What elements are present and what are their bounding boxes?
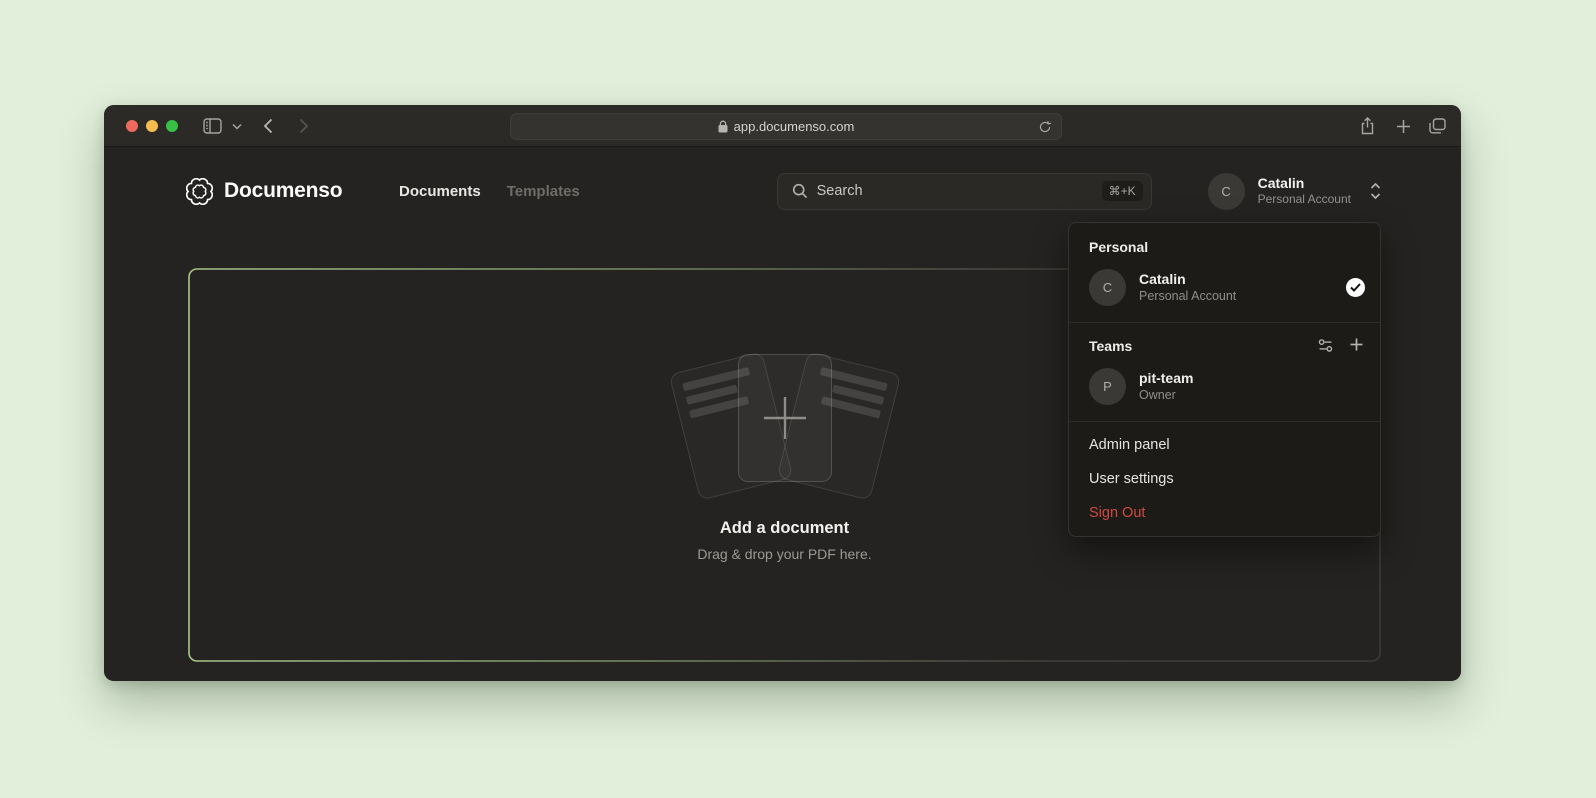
menu-item-admin-panel[interactable]: Admin panel bbox=[1069, 428, 1380, 462]
documenso-app: Documenso Documents Templates Search ⌘+K bbox=[104, 147, 1461, 680]
tab-overview-icon[interactable] bbox=[1425, 115, 1449, 137]
sidebar-chevron-down-icon[interactable] bbox=[230, 115, 244, 137]
back-button[interactable] bbox=[256, 115, 280, 137]
account-type: Personal Account bbox=[1258, 192, 1351, 207]
menu-divider bbox=[1069, 421, 1380, 422]
new-tab-icon[interactable] bbox=[1391, 115, 1415, 137]
share-icon[interactable] bbox=[1355, 115, 1379, 137]
lock-icon bbox=[718, 120, 728, 133]
menu-divider bbox=[1069, 322, 1380, 323]
team-avatar: P bbox=[1089, 368, 1126, 405]
account-avatar: C bbox=[1208, 173, 1245, 210]
document-stack-illustration bbox=[669, 352, 901, 500]
account-name: Catalin bbox=[1258, 175, 1351, 193]
dropzone-title: Add a document bbox=[720, 519, 849, 538]
plus-icon bbox=[759, 392, 811, 444]
search-input[interactable]: Search ⌘+K bbox=[777, 173, 1152, 210]
browser-titlebar: app.documenso.com bbox=[104, 105, 1461, 147]
sidebar-toggle-icon[interactable] bbox=[200, 115, 224, 137]
dropzone-subtitle: Drag & drop your PDF here. bbox=[697, 546, 871, 562]
brand-title: Documenso bbox=[224, 179, 342, 203]
address-bar[interactable]: app.documenso.com bbox=[510, 113, 1062, 140]
teams-heading: Teams bbox=[1089, 338, 1132, 354]
personal-subtitle: Personal Account bbox=[1139, 288, 1236, 304]
forward-button[interactable] bbox=[292, 115, 316, 137]
reload-icon[interactable] bbox=[1038, 120, 1052, 134]
team-item-pit-team[interactable]: P pit-team Owner bbox=[1069, 360, 1380, 415]
menu-item-user-settings[interactable]: User settings bbox=[1069, 462, 1380, 496]
search-placeholder: Search bbox=[817, 183, 1102, 199]
team-name: pit-team bbox=[1139, 369, 1193, 387]
nav-templates[interactable]: Templates bbox=[507, 183, 580, 200]
desktop: app.documenso.com bbox=[0, 0, 1596, 798]
brand[interactable]: Documenso bbox=[186, 178, 356, 205]
teams-section-header: Teams bbox=[1069, 329, 1380, 360]
search-shortcut-badge: ⌘+K bbox=[1102, 181, 1143, 201]
url-text: app.documenso.com bbox=[734, 119, 855, 134]
team-role: Owner bbox=[1139, 387, 1193, 403]
document-card-center bbox=[738, 354, 832, 482]
browser-window: app.documenso.com bbox=[104, 105, 1461, 681]
nav-documents[interactable]: Documents bbox=[399, 183, 481, 200]
personal-avatar: C bbox=[1089, 269, 1126, 306]
search-icon bbox=[792, 183, 808, 199]
main-nav: Documents Templates bbox=[399, 183, 580, 200]
personal-section-heading: Personal bbox=[1069, 229, 1380, 261]
personal-account-item[interactable]: C Catalin Personal Account bbox=[1069, 261, 1380, 316]
personal-name: Catalin bbox=[1139, 270, 1236, 288]
account-dropdown-menu: Personal C Catalin Personal Account bbox=[1068, 222, 1381, 537]
minimize-window-button[interactable] bbox=[146, 120, 158, 132]
create-team-icon[interactable] bbox=[1349, 337, 1364, 354]
chevrons-up-down-icon bbox=[1370, 182, 1381, 200]
manage-teams-icon[interactable] bbox=[1317, 337, 1334, 354]
menu-item-sign-out[interactable]: Sign Out bbox=[1069, 496, 1380, 530]
close-window-button[interactable] bbox=[126, 120, 138, 132]
documenso-logo-icon bbox=[186, 178, 213, 205]
selected-check-icon bbox=[1346, 278, 1365, 297]
zoom-window-button[interactable] bbox=[166, 120, 178, 132]
account-menu-button[interactable]: C Catalin Personal Account bbox=[1208, 173, 1381, 210]
